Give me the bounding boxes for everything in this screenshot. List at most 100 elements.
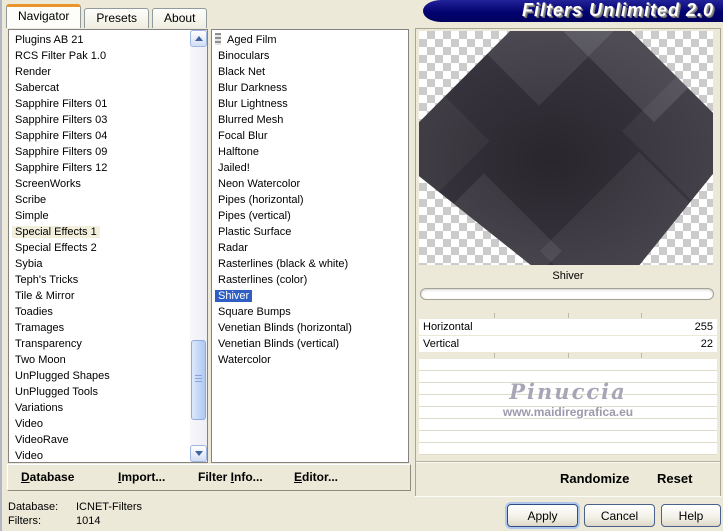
filter-item[interactable]: Black Net [212,65,408,81]
slider-vertical-label: Vertical [423,338,460,350]
empty-slider-row [419,443,717,455]
help-button[interactable]: Help [661,504,721,527]
filters-label: Filters: [8,515,41,527]
category-item[interactable]: Video [9,417,207,433]
slider-horizontal-value: 255 [694,321,713,333]
category-item[interactable]: Sapphire Filters 01 [9,97,207,113]
scrollbar-thumb[interactable] [191,340,206,420]
filter-preview [419,31,713,265]
category-item[interactable]: UnPlugged Tools [9,385,207,401]
menu-filter-info[interactable]: Filter Info... [198,465,263,489]
reset-button[interactable]: Reset [657,462,692,495]
filter-item[interactable]: Plastic Surface [212,225,408,241]
filter-item[interactable]: Rasterlines (color) [212,273,408,289]
category-item[interactable]: Special Effects 2 [9,241,207,257]
filter-item[interactable]: Radar [212,241,408,257]
status-filters-row: Filters: 1014 [8,514,142,528]
empty-slider-row [419,359,717,371]
slider-vertical[interactable]: Vertical 22 [419,336,717,352]
category-item[interactable]: Sapphire Filters 03 [9,113,207,129]
category-item[interactable]: Variations [9,401,207,417]
filter-item[interactable]: Neon Watercolor [212,177,408,193]
chevron-up-icon [194,36,203,41]
category-item[interactable]: Transparency [9,337,207,353]
title-banner: Filters Unlimited 2.0 [423,0,723,22]
slider-ticks [420,353,715,358]
chevron-down-icon [194,451,203,456]
menu-database[interactable]: Database [21,465,74,489]
filter-list: Aged Film Binoculars Black Net Blur Darknes… [211,29,409,463]
empty-slider-row [419,419,717,431]
category-item[interactable]: Simple [9,209,207,225]
slider-horizontal[interactable]: Horizontal 255 [419,319,717,335]
apply-button[interactable]: Apply [507,504,578,527]
bottom-menu-bar: Database Import... Filter Info... Editor… [7,464,411,491]
empty-slider-row [419,383,717,395]
category-item[interactable]: Sapphire Filters 12 [9,161,207,177]
scroll-down-button[interactable] [190,445,207,462]
window-left-frame [0,0,2,531]
preview-panel: Shiver Horizontal 255 Vertical 22 Pinucc… [415,28,721,496]
status-area: Database: ICNET-Filters Filters: 1014 [8,500,142,528]
filter-item[interactable]: Rasterlines (black & white) [212,257,408,273]
randomize-bar: Randomize Reset [416,461,720,496]
database-value: ICNET-Filters [76,501,142,513]
app-title: Filters Unlimited 2.0 [521,0,714,20]
filter-item[interactable]: Blurred Mesh [212,113,408,129]
filter-name-caption: Shiver [552,270,584,282]
filter-item[interactable]: Blur Lightness [212,97,408,113]
category-item[interactable]: Special Effects 1 [9,225,207,241]
tab-presets[interactable]: Presets [84,8,150,28]
category-item[interactable]: Tramages [9,321,207,337]
filter-item[interactable]: Focal Blur [212,129,408,145]
menu-import[interactable]: Import... [118,465,165,489]
slider-horizontal-label: Horizontal [423,321,473,333]
category-item[interactable]: Toadies [9,305,207,321]
tab-navigator[interactable]: Navigator [6,4,82,28]
category-item[interactable]: Two Moon [9,353,207,369]
category-item[interactable]: Scribe [9,193,207,209]
category-item[interactable]: RCS Filter Pak 1.0 [9,49,207,65]
list-grip-icon [215,33,221,45]
filter-item[interactable]: Blur Darkness [212,81,408,97]
category-item[interactable]: Plugins AB 21 [9,33,207,49]
randomize-button[interactable]: Randomize [560,462,629,495]
category-item[interactable]: Video [9,449,207,462]
category-list-scrollbar[interactable] [190,30,207,462]
slider-ticks [420,313,715,318]
tab-about[interactable]: About [152,8,208,28]
category-item[interactable]: UnPlugged Shapes [9,369,207,385]
slider-vertical-value: 22 [700,338,713,350]
filter-item[interactable]: Jailed! [212,161,408,177]
category-item[interactable]: Tile & Mirror [9,289,207,305]
filter-item[interactable]: Watercolor [212,353,408,369]
menu-editor[interactable]: Editor... [294,465,338,489]
filter-item[interactable]: Shiver [212,289,408,305]
filter-item[interactable]: Binoculars [212,49,408,65]
filter-item[interactable]: Venetian Blinds (vertical) [212,337,408,353]
empty-slider-rows [419,359,717,455]
empty-slider-row [419,371,717,383]
preview-image [419,31,713,265]
filter-item[interactable]: Venetian Blinds (horizontal) [212,321,408,337]
filter-item[interactable]: Halftone [212,145,408,161]
category-item[interactable]: Render [9,65,207,81]
category-item[interactable]: Sybia [9,257,207,273]
scroll-up-button[interactable] [190,30,207,47]
category-list: Plugins AB 21 RCS Filter Pak 1.0 Render Sab… [8,29,208,463]
progress-bar [420,288,714,300]
cancel-button[interactable]: Cancel [584,504,655,527]
category-item[interactable]: Teph's Tricks [9,273,207,289]
filters-unlimited-window: Filters Unlimited 2.0 Navigator Presets … [0,0,723,531]
category-item[interactable]: ScreenWorks [9,177,207,193]
empty-slider-row [419,407,717,419]
category-item[interactable]: Sapphire Filters 09 [9,145,207,161]
filter-item[interactable]: Pipes (vertical) [212,209,408,225]
category-item[interactable]: Sapphire Filters 04 [9,129,207,145]
category-item[interactable]: VideoRave [9,433,207,449]
filter-item[interactable]: Aged Film [212,33,408,49]
filter-item[interactable]: Square Bumps [212,305,408,321]
category-item[interactable]: Sabercat [9,81,207,97]
filter-item[interactable]: Pipes (horizontal) [212,193,408,209]
empty-slider-row [419,395,717,407]
